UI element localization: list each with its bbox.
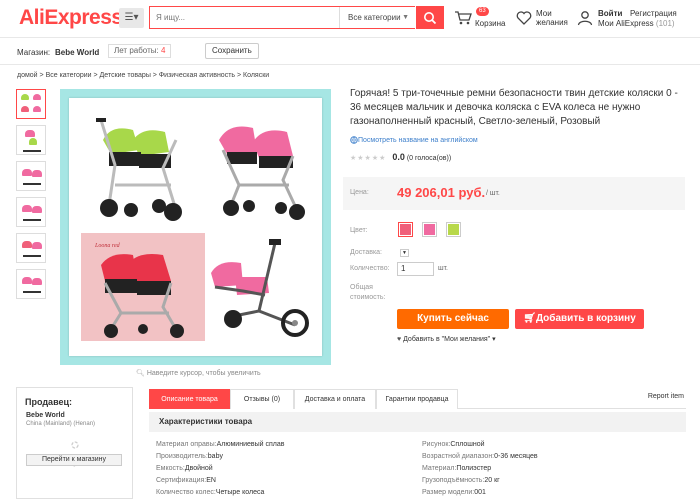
product-title: Горячая! 5 три-точечные ремни безопаснос… <box>350 88 678 127</box>
cart-label: Корзина <box>475 19 506 28</box>
price-label: Цена: <box>350 189 369 196</box>
price-value: 49 206,01 руб. <box>397 185 486 200</box>
spec-item: Сертификация:EN <box>156 477 216 484</box>
thumbnail-2[interactable] <box>16 125 46 155</box>
save-store-button[interactable]: Сохранить <box>205 43 259 59</box>
spec-item: Производитель:baby <box>156 453 223 460</box>
spec-item: Материал:Полиэстер <box>422 465 492 472</box>
cart-link[interactable]: 63 Корзина <box>454 7 509 31</box>
quantity-input[interactable]: 1 <box>397 262 434 276</box>
aliexpress-logo[interactable]: AliExpress™ <box>19 6 129 30</box>
cart-plus-icon: 🛒︎ <box>523 313 536 324</box>
total-label-1: Общая <box>350 284 373 291</box>
shipping-label: Доставка: <box>350 249 383 256</box>
report-item-link[interactable]: Report item <box>648 393 684 400</box>
thumbnail-3[interactable] <box>16 161 46 191</box>
tab-guarantees[interactable]: Гарантии продавца <box>376 389 458 409</box>
photo-green-stroller <box>81 110 199 225</box>
site-header: AliExpress™ ☰▾ Все категории ▼ 63 Корзин… <box>0 0 700 38</box>
add-to-wishlist-link[interactable]: ♥ Добавить в "Мои желания" ▾ <box>397 335 496 343</box>
chevron-down-icon: ▼ <box>402 250 407 256</box>
spec-item: Размер модели:001 <box>422 489 486 496</box>
rating-stars-icon: ★★★★★ <box>350 155 387 162</box>
wishlist-label-1: Мои <box>536 9 552 18</box>
photo-pink-stroller-side <box>205 233 321 341</box>
search-button[interactable] <box>416 6 444 29</box>
visit-store-button[interactable]: Перейти к магазину <box>26 454 122 466</box>
rating-votes: (0 голоса(ов)) <box>406 155 452 162</box>
thumbnail-6[interactable] <box>16 269 46 299</box>
specs-heading: Характеристики товара <box>149 412 686 432</box>
translate-icon <box>350 136 358 144</box>
color-label: Цвет: <box>350 227 368 234</box>
tab-reviews[interactable]: Отзывы (0) <box>230 389 294 409</box>
spec-item: Грузоподъёмность:20 кг <box>422 477 500 484</box>
add-to-cart-button[interactable]: 🛒︎Добавить в корзину <box>515 309 644 329</box>
price-box: Цена: 49 206,01 руб. / шт. <box>343 177 685 210</box>
spec-item: Рисунок:Сплошной <box>422 441 485 448</box>
thumbnail-4[interactable] <box>16 197 46 227</box>
cart-count-badge: 63 <box>476 7 489 16</box>
seller-heading: Продавец: <box>25 397 73 407</box>
thumbnail-1[interactable] <box>16 89 46 119</box>
quantity-label: Количество: <box>350 265 390 272</box>
search-input[interactable] <box>156 7 336 28</box>
heart-icon: ♥ <box>397 336 402 343</box>
spec-item: Емкость:Двойной <box>156 465 213 472</box>
translate-title-link[interactable]: Посмотреть название на английском <box>358 137 478 144</box>
zoom-hint: 🔍︎ Наведите курсор, чтобы увеличить <box>136 370 261 377</box>
photo-red-stroller: Loona red <box>81 233 205 341</box>
thumbnail-5[interactable] <box>16 233 46 263</box>
shipping-dropdown[interactable]: ▼ <box>400 249 409 257</box>
seller-location: China (Mainland) (Henan) <box>26 421 96 427</box>
total-label-2: стоимость: <box>350 294 386 301</box>
quantity-unit: шт. <box>438 265 448 272</box>
search-category-label: Все категории <box>348 13 401 22</box>
store-label: Магазин: <box>17 48 51 57</box>
photo-pink-stroller <box>201 110 319 225</box>
seller-box: Продавец: Bebe World China (Mainland) (H… <box>16 387 133 499</box>
main-product-image[interactable]: Loona red <box>60 89 331 365</box>
heart-icon <box>516 11 532 25</box>
register-link[interactable]: Регистрация <box>630 9 677 18</box>
hamburger-icon: ☰▾ <box>124 12 139 23</box>
seller-name-link[interactable]: Bebe World <box>26 412 65 419</box>
color-option-green[interactable] <box>446 222 461 237</box>
product-tabs: Описание товара Отзывы (0) Доставка и оп… <box>149 389 686 409</box>
spec-item: Количество колес:Четыре колеса <box>156 489 265 496</box>
account-area: Войти Регистрация Мои AliExpress (101) <box>577 7 697 31</box>
color-option-pink[interactable] <box>422 222 437 237</box>
tab-description[interactable]: Описание товара <box>149 389 230 409</box>
spec-item: Материал оправы:Алюминиевый сплав <box>156 441 285 448</box>
spec-item: Возрастной диапазон:0-36 месяцев <box>422 453 538 460</box>
store-bar: Магазин: Bebe World Лет работы: 4 Сохран… <box>0 39 700 65</box>
photo-caption: Loona red <box>94 243 121 249</box>
chevron-down-icon: ▼ <box>402 14 409 21</box>
categories-menu-button[interactable]: ☰▾ <box>119 8 144 28</box>
store-name-link[interactable]: Bebe World <box>55 48 99 57</box>
search-category-select[interactable]: Все категории ▼ <box>339 7 415 28</box>
chevron-down-icon: ▾ <box>492 336 496 343</box>
tab-shipping[interactable]: Доставка и оплата <box>294 389 376 409</box>
buy-now-button[interactable]: Купить сейчас <box>397 309 509 329</box>
cart-icon <box>455 11 472 25</box>
rating-value: 0.0 <box>392 152 405 162</box>
rating-row[interactable]: ★★★★★ 0.0 (0 голоса(ов)) <box>350 152 451 162</box>
user-icon <box>577 11 593 26</box>
my-aliexpress-link[interactable]: Мои AliExpress (101) <box>598 19 675 28</box>
breadcrumb[interactable]: домой > Все категории > Детские товары >… <box>17 72 269 79</box>
price-unit: / шт. <box>486 190 500 197</box>
search-box: Все категории ▼ <box>149 6 415 29</box>
store-years-badge: Лет работы: 4 <box>108 44 172 58</box>
wishlist-link[interactable]: Мои желания <box>516 7 576 31</box>
thumbnail-list <box>16 89 48 305</box>
wishlist-label-2: желания <box>536 18 568 27</box>
magnifier-icon: 🔍︎ <box>136 370 145 377</box>
loading-spinner-icon <box>71 441 79 449</box>
login-link[interactable]: Войти <box>598 9 622 18</box>
search-icon <box>424 12 437 25</box>
color-option-red[interactable] <box>398 222 413 237</box>
